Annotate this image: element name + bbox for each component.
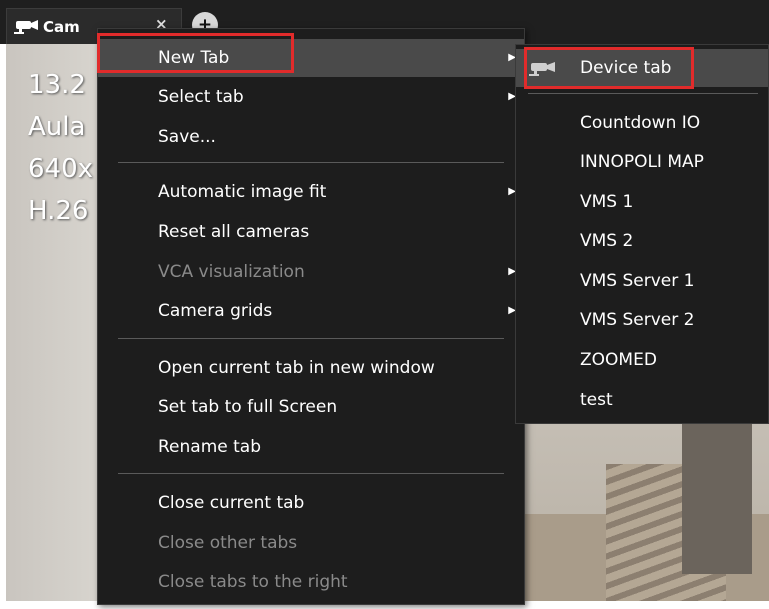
submenu-item-vms-server-2[interactable]: VMS Server 2: [516, 301, 768, 339]
overlay-line-1: 13.2: [28, 70, 86, 100]
menu-item-label: Open current tab in new window: [158, 358, 435, 378]
menu-item-close-tabs-right: Close tabs to the right: [98, 563, 524, 601]
submenu-item-zoomed[interactable]: ZOOMED: [516, 341, 768, 379]
submenu-item-label: VMS Server 2: [580, 310, 695, 330]
submenu-item-label: Countdown IO: [580, 113, 701, 133]
submenu-item-label: VMS Server 1: [580, 271, 695, 291]
submenu-item-vms-2[interactable]: VMS 2: [516, 222, 768, 260]
camera-icon: [14, 20, 38, 34]
new-tab-submenu: Device tab Countdown IO INNOPOLI MAP VMS…: [515, 44, 769, 424]
menu-item-label: Camera grids: [158, 301, 273, 321]
camera-scene-door: [682, 414, 752, 574]
menu-item-new-tab[interactable]: New Tab ▶: [98, 39, 524, 77]
menu-item-open-in-new-window[interactable]: Open current tab in new window: [98, 349, 524, 387]
menu-item-save[interactable]: Save...: [98, 118, 524, 156]
menu-item-label: VCA visualization: [158, 262, 305, 282]
submenu-item-label: Device tab: [580, 58, 672, 78]
menu-item-rename-tab[interactable]: Rename tab: [98, 428, 524, 466]
menu-item-label: Automatic image fit: [158, 182, 327, 202]
menu-item-reset-all-cameras[interactable]: Reset all cameras: [98, 213, 524, 251]
menu-item-close-current-tab[interactable]: Close current tab: [98, 484, 524, 522]
menu-item-select-tab[interactable]: Select tab ▶: [98, 78, 524, 116]
submenu-item-innopoli-map[interactable]: INNOPOLI MAP: [516, 143, 768, 181]
menu-item-vca-visualization: VCA visualization ▶: [98, 253, 524, 291]
menu-item-label: Close tabs to the right: [158, 572, 348, 592]
tab-label: Cam: [43, 18, 80, 36]
menu-item-label: Save...: [158, 127, 216, 147]
menu-item-camera-grids[interactable]: Camera grids ▶: [98, 292, 524, 330]
menu-item-label: Select tab: [158, 87, 244, 107]
submenu-item-vms-server-1[interactable]: VMS Server 1: [516, 262, 768, 300]
submenu-separator: [528, 93, 758, 94]
menu-item-label: Set tab to full Screen: [158, 397, 338, 417]
overlay-line-3: 640x: [28, 154, 94, 184]
menu-item-close-other-tabs: Close other tabs: [98, 524, 524, 562]
menu-item-label: Reset all cameras: [158, 222, 310, 242]
submenu-item-label: ZOOMED: [580, 350, 657, 370]
menu-separator: [118, 473, 504, 474]
camera-icon: [529, 62, 555, 76]
submenu-item-test[interactable]: test: [516, 381, 768, 419]
overlay-line-2: Aula: [28, 112, 86, 142]
menu-item-full-screen[interactable]: Set tab to full Screen: [98, 388, 524, 426]
context-menu: New Tab ▶ Select tab ▶ Save... Automatic…: [97, 28, 525, 605]
submenu-item-label: test: [580, 390, 613, 410]
submenu-item-device-tab[interactable]: Device tab: [516, 49, 768, 87]
submenu-item-vms-1[interactable]: VMS 1: [516, 183, 768, 221]
menu-item-label: Close other tabs: [158, 533, 298, 553]
submenu-item-label: VMS 1: [580, 192, 634, 212]
submenu-item-label: VMS 2: [580, 231, 634, 251]
menu-separator: [118, 162, 504, 163]
menu-item-automatic-image-fit[interactable]: Automatic image fit ▶: [98, 173, 524, 211]
menu-separator: [118, 338, 504, 339]
submenu-item-countdown-io[interactable]: Countdown IO: [516, 104, 768, 142]
menu-item-label: Close current tab: [158, 493, 305, 513]
overlay-line-4: H.26: [28, 196, 89, 226]
menu-item-label: New Tab: [158, 48, 230, 68]
submenu-item-label: INNOPOLI MAP: [580, 152, 704, 172]
menu-item-label: Rename tab: [158, 437, 261, 457]
